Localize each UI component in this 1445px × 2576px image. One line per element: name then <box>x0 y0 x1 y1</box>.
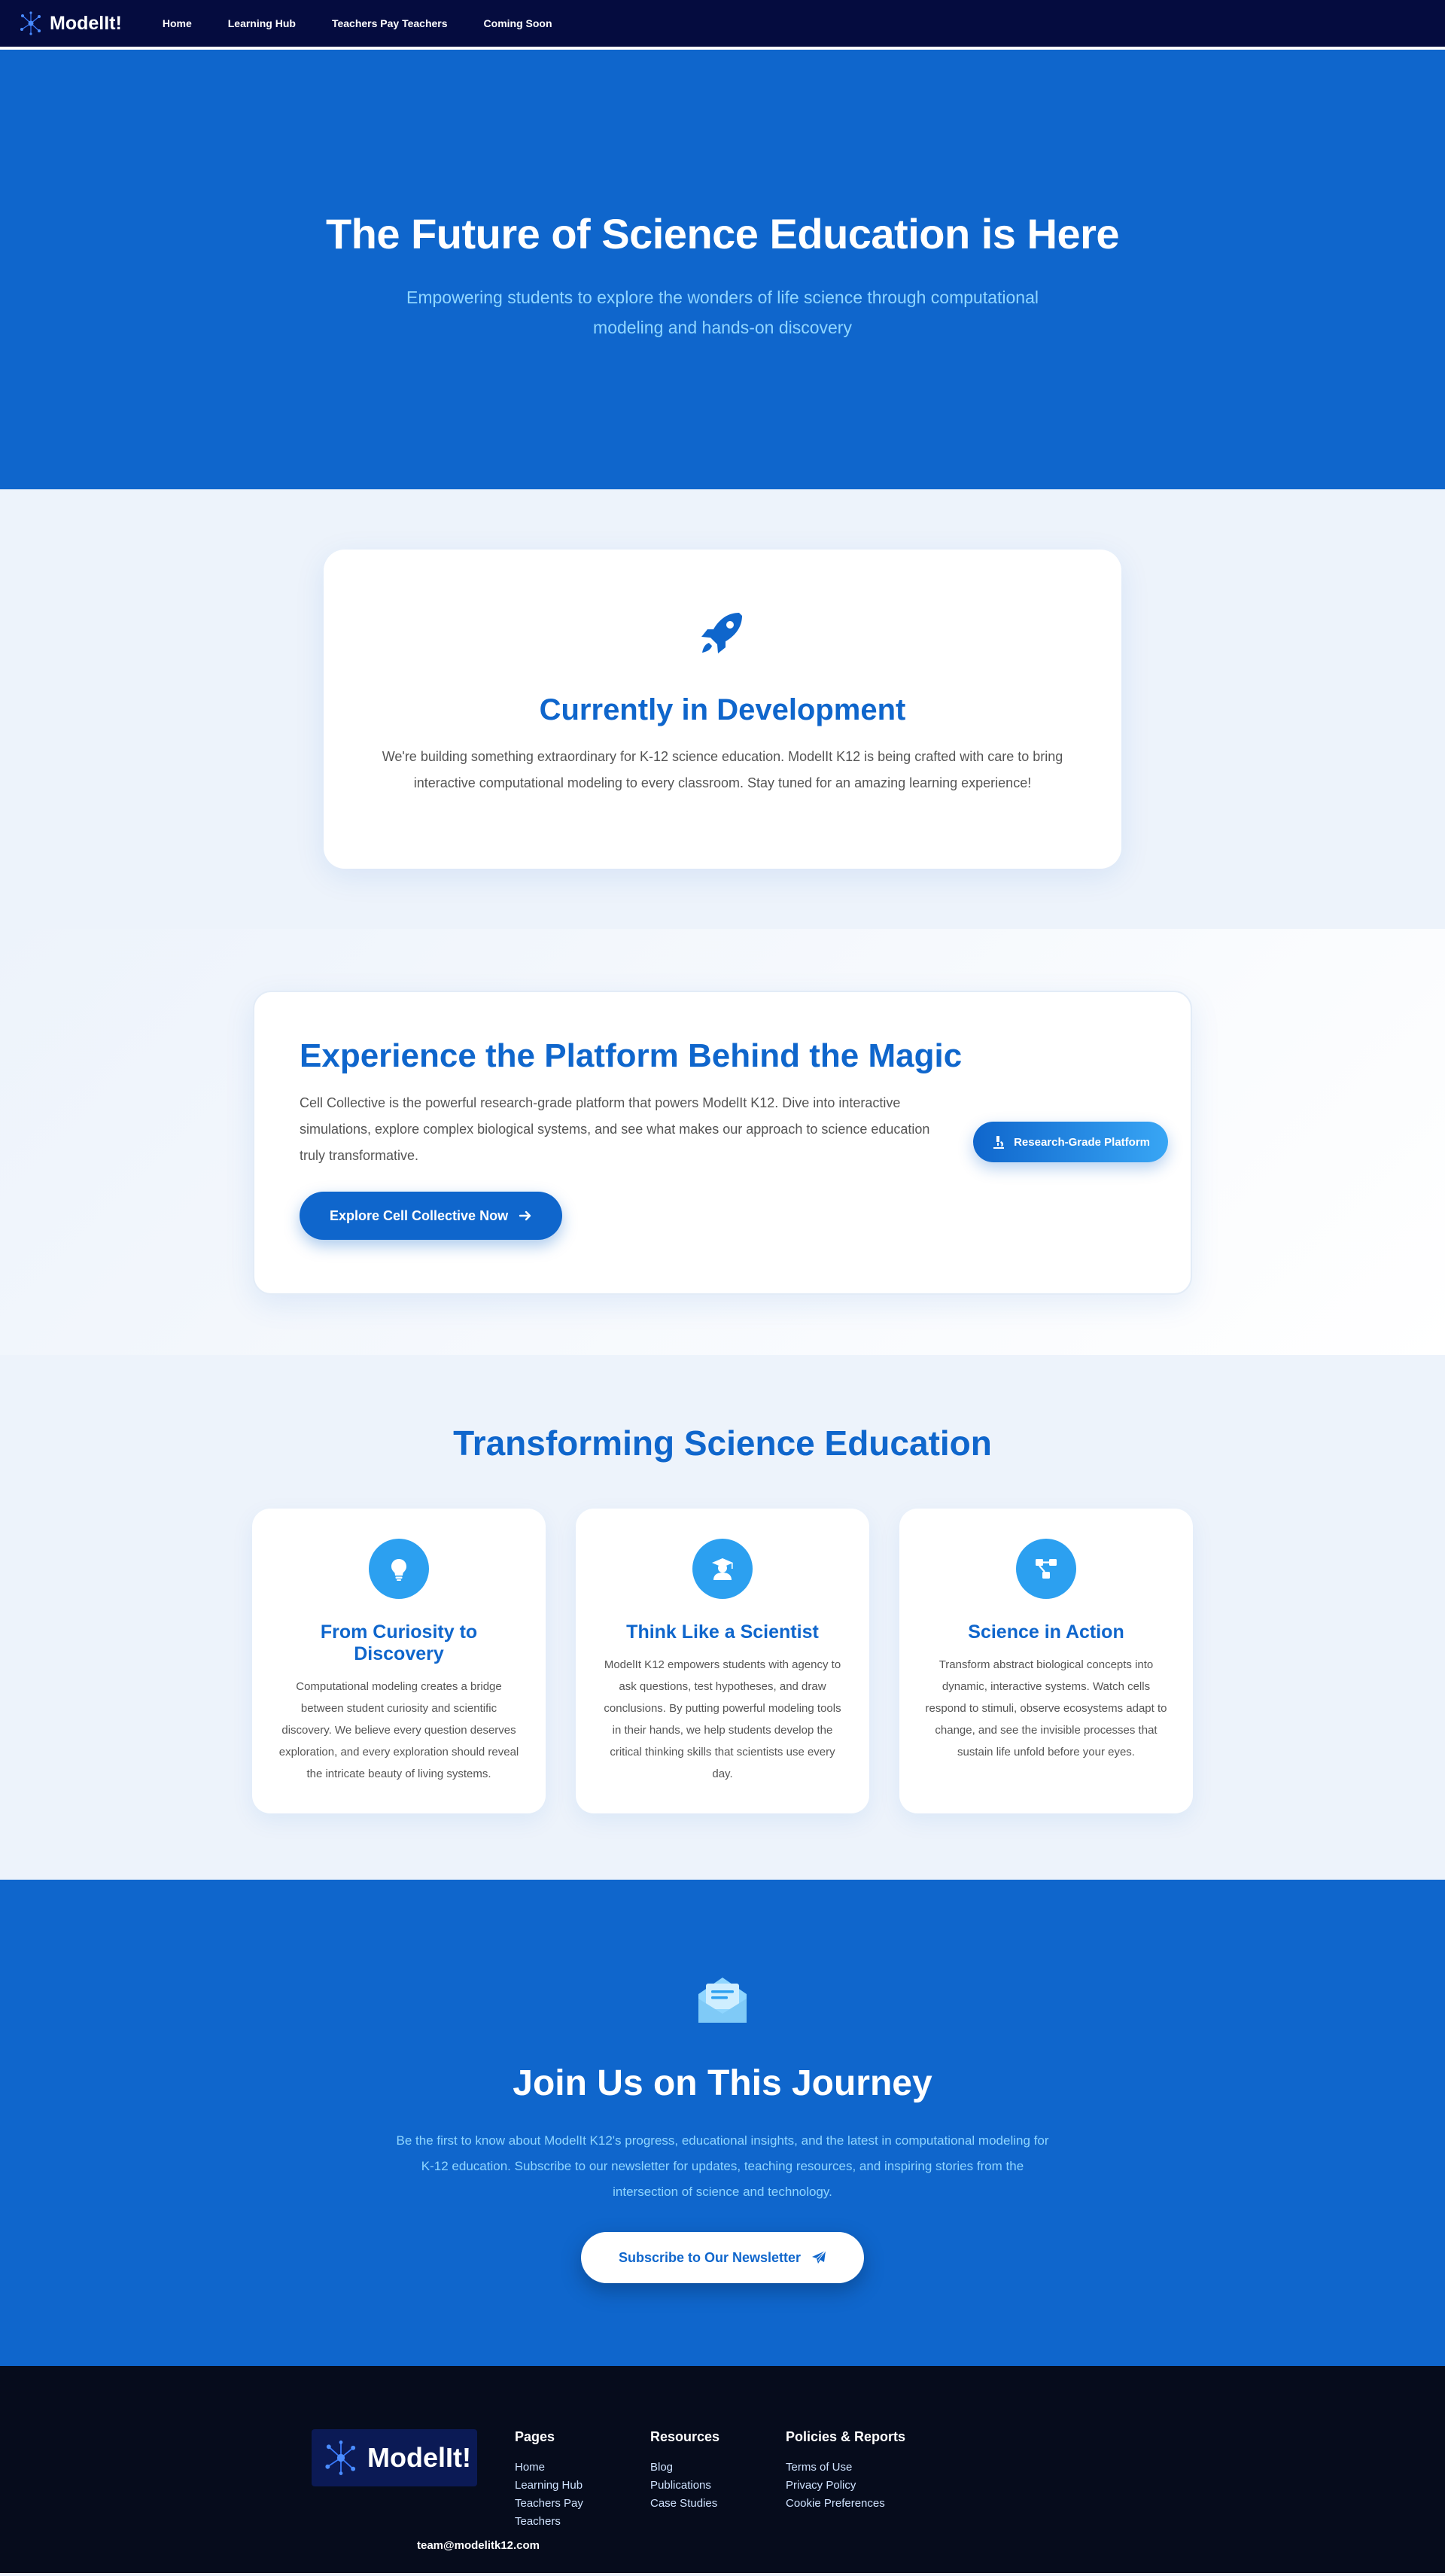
graduate-icon <box>712 1558 733 1580</box>
footer-col-pages: Pages Home Learning Hub Teachers Pay Tea… <box>515 2429 613 2531</box>
explore-cell-collective-button[interactable]: Explore Cell Collective Now <box>300 1192 563 1240</box>
molecule-logo-icon <box>325 2441 356 2475</box>
nav-link-home[interactable]: Home <box>163 17 192 29</box>
footer-link-publications[interactable]: Publications <box>650 2477 748 2495</box>
badge-label: Research-Grade Platform <box>1014 1135 1150 1149</box>
development-card: Currently in Development We're building … <box>324 550 1121 869</box>
footer-logo-text: ModelIt! <box>367 2442 471 2473</box>
microscope-icon <box>993 1136 1005 1149</box>
brand-name: ModelIt! <box>50 12 122 34</box>
footer-link-case-studies[interactable]: Case Studies <box>650 2495 748 2513</box>
footer-inner: ModelIt! Pages Home Learning Hub Teacher… <box>196 2429 1249 2531</box>
feature-card-curiosity: From Curiosity to Discovery Computationa… <box>252 1509 546 1813</box>
feature-icon-circle <box>369 1539 429 1599</box>
footer-email-link[interactable]: team@modelitk12.com <box>417 2539 540 2552</box>
envelope-icon <box>698 1978 747 2023</box>
nav-link-teachers-pay-teachers[interactable]: Teachers Pay Teachers <box>332 17 448 29</box>
hero-section: The Future of Science Education is Here … <box>0 50 1445 489</box>
footer-col-policies: Policies & Reports Terms of Use Privacy … <box>786 2429 936 2531</box>
feature-card-title: From Curiosity to Discovery <box>320 1621 478 1664</box>
feature-cards: From Curiosity to Discovery Computationa… <box>0 1509 1445 1813</box>
platform-section: Experience the Platform Behind the Magic… <box>0 929 1445 1355</box>
footer-link-learning-hub[interactable]: Learning Hub <box>515 2477 613 2495</box>
footer-link-terms[interactable]: Terms of Use <box>786 2459 936 2477</box>
footer-link-cookies[interactable]: Cookie Preferences <box>786 2495 936 2513</box>
feature-card-text: Computational modeling creates a bridge … <box>278 1680 519 1780</box>
arrow-right-icon <box>519 1210 531 1221</box>
footer-link-home[interactable]: Home <box>515 2459 613 2477</box>
subscribe-button-label: Subscribe to Our Newsletter <box>618 2249 802 2265</box>
join-title: Join Us on This Journey <box>513 2063 932 2103</box>
explore-button-label: Explore Cell Collective Now <box>330 1207 509 1223</box>
feature-icon-circle <box>1016 1539 1076 1599</box>
molecule-logo-icon <box>20 11 41 35</box>
hero-subtitle: Empowering students to explore the wonde… <box>406 288 1039 337</box>
feature-card-action: Science in Action Transform abstract bio… <box>899 1509 1193 1813</box>
footer-heading-pages: Pages <box>515 2429 555 2444</box>
lightbulb-icon <box>391 1559 406 1581</box>
development-title: Currently in Development <box>539 693 906 726</box>
platform-text: Cell Collective is the powerful research… <box>300 1095 930 1163</box>
network-icon <box>1036 1559 1057 1579</box>
footer-link-blog[interactable]: Blog <box>650 2459 748 2477</box>
feature-card-title: Science in Action <box>968 1621 1124 1643</box>
feature-card-title: Think Like a Scientist <box>626 1621 819 1643</box>
research-grade-badge[interactable]: Research-Grade Platform <box>973 1122 1168 1162</box>
subscribe-newsletter-button[interactable]: Subscribe to Our Newsletter <box>580 2232 865 2283</box>
feature-card-text: ModelIt K12 empowers students with agenc… <box>604 1658 841 1780</box>
paper-plane-icon <box>812 2250 826 2264</box>
transforming-title: Transforming Science Education <box>453 1423 992 1463</box>
brand-logo[interactable]: ModelIt! <box>18 11 122 36</box>
footer-heading-policies: Policies & Reports <box>786 2429 906 2444</box>
development-text: We're building something extraordinary f… <box>382 749 1063 790</box>
feature-icon-circle <box>692 1539 753 1599</box>
hero-title: The Future of Science Education is Here <box>325 210 1120 257</box>
platform-title: Experience the Platform Behind the Magic <box>300 1037 963 1074</box>
footer-link-teachers-pay-teachers[interactable]: Teachers Pay Teachers <box>515 2495 613 2531</box>
join-text: Be the first to know about ModelIt K12's… <box>396 2133 1049 2199</box>
join-section: Join Us on This Journey Be the first to … <box>0 1880 1445 2366</box>
footer-col-resources: Resources Blog Publications Case Studies <box>650 2429 748 2531</box>
development-section: Currently in Development We're building … <box>0 489 1445 929</box>
footer-logo[interactable]: ModelIt! <box>312 2429 477 2486</box>
feature-card-scientist: Think Like a Scientist ModelIt K12 empow… <box>576 1509 869 1813</box>
rocket-icon <box>701 613 742 653</box>
footer-heading-resources: Resources <box>650 2429 720 2444</box>
feature-card-text: Transform abstract biological concepts i… <box>925 1658 1167 1758</box>
transforming-section: Transforming Science Education From Curi… <box>0 1355 1445 1880</box>
nav-link-learning-hub[interactable]: Learning Hub <box>228 17 296 29</box>
top-nav: ModelIt! Home Learning Hub Teachers Pay … <box>0 0 1445 50</box>
nav-link-coming-soon[interactable]: Coming Soon <box>484 17 552 29</box>
footer-link-privacy[interactable]: Privacy Policy <box>786 2477 936 2495</box>
site-footer: ModelIt! Pages Home Learning Hub Teacher… <box>0 2366 1445 2573</box>
platform-card: Experience the Platform Behind the Magic… <box>253 991 1192 1295</box>
